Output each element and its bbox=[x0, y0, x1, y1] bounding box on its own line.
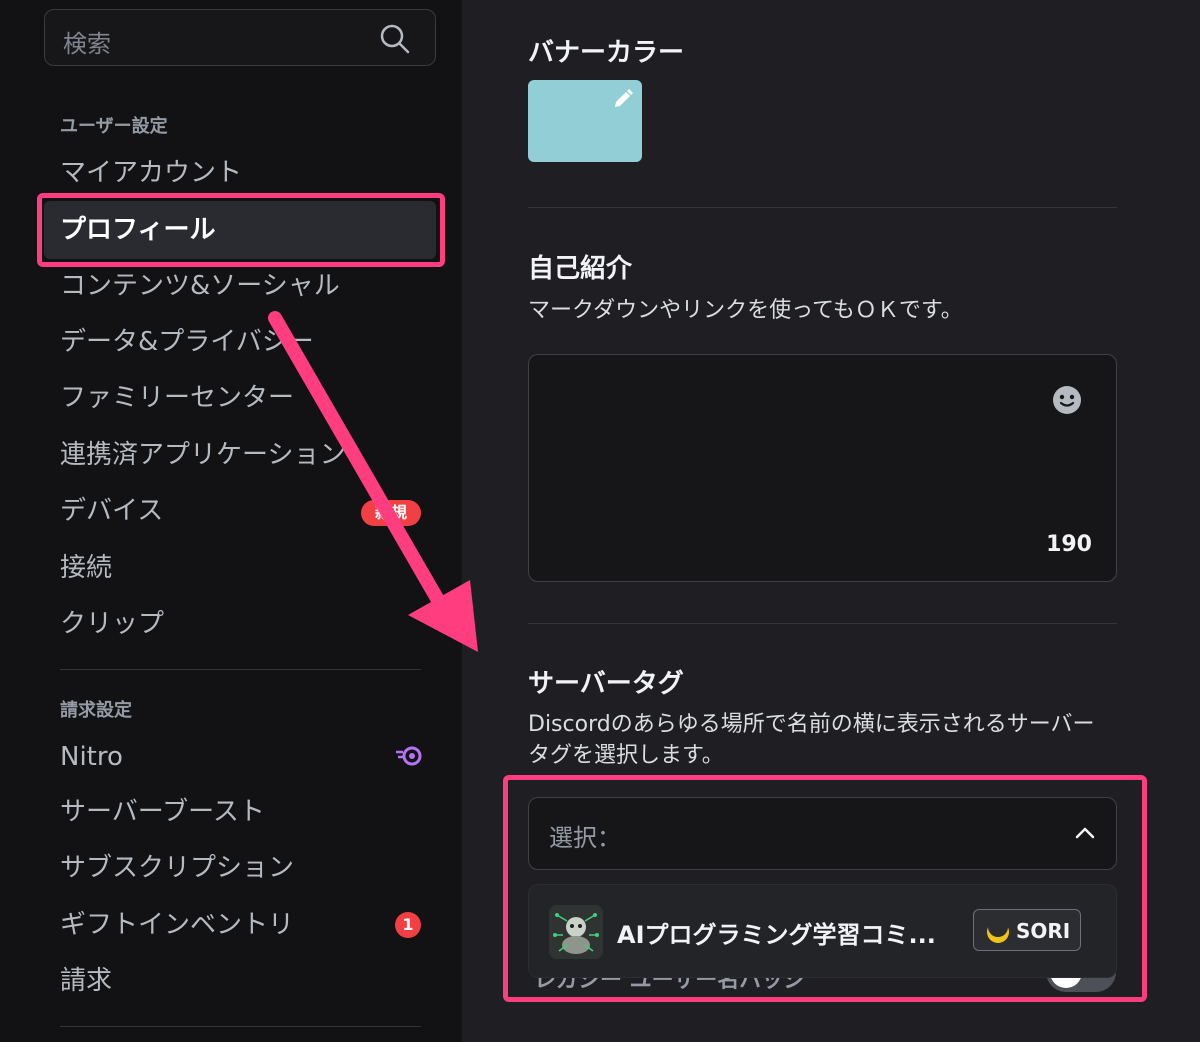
annotation-arrow bbox=[268, 311, 478, 652]
